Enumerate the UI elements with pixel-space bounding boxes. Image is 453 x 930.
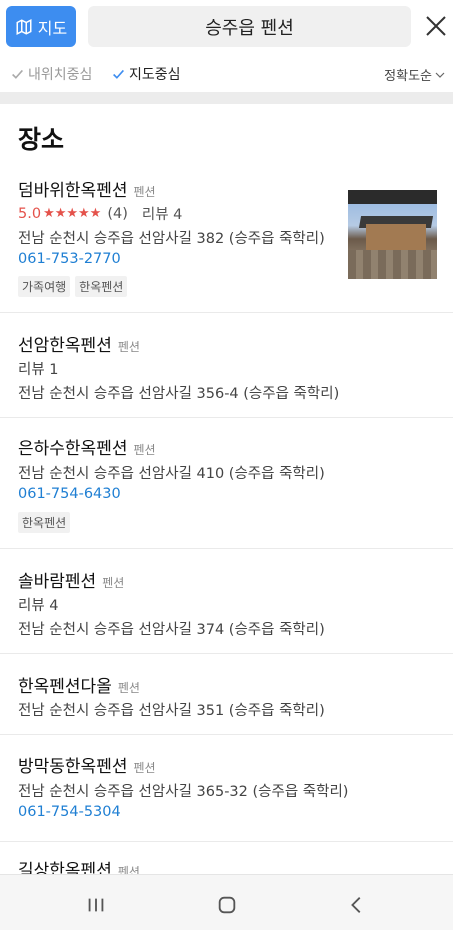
map-view-button[interactable]: 지도 [6, 6, 76, 47]
place-phone[interactable]: 061-754-6430 [18, 486, 121, 502]
back-button[interactable] [345, 893, 369, 917]
search-query-text: 승주읍 펜션 [205, 17, 294, 39]
thumbnail-eave [348, 190, 437, 204]
back-icon [351, 897, 361, 913]
filter-bar: 내위치중심 지도중심 정확도순 [0, 56, 453, 92]
tag-list: 한옥펜션 [18, 512, 71, 533]
place-name-line: 은하수한옥펜션 펜션 [18, 434, 156, 459]
close-icon [426, 16, 446, 36]
place-category: 펜션 [133, 443, 156, 457]
place-name-line: 방막동한옥펜션 펜션 [18, 752, 156, 777]
place-phone[interactable]: 061-754-5304 [18, 804, 121, 820]
filter-map-center-label: 지도중심 [129, 67, 181, 83]
section-title: 장소 [18, 125, 65, 154]
place-address: 전남 순천시 승주읍 선암사길 356-4 (승주읍 죽학리) [18, 386, 340, 402]
map-view-button-label: 지도 [37, 18, 68, 38]
place-name[interactable]: 은하수한옥펜션 [18, 434, 127, 459]
place-category: 펜션 [117, 340, 140, 354]
results-list: 장소 덤바위한옥펜션 펜션 5.0 ★★★★★ (4) 리뷰 4 전남 순천시 … [0, 104, 453, 874]
tag[interactable]: 가족여행 [18, 276, 71, 297]
review-count[interactable]: 리뷰 4 [142, 203, 183, 224]
place-item[interactable]: 솔바람펜션 펜션 리뷰 4 전남 순천시 승주읍 선암사길 374 (승주읍 죽… [0, 549, 453, 654]
place-name-line: 솔바람펜션 펜션 [18, 567, 124, 592]
place-category: 펜션 [117, 681, 140, 695]
rating-score: 5.0 [18, 205, 42, 222]
sort-dropdown[interactable]: 정확도순 [384, 65, 445, 84]
place-address: 전남 순천시 승주읍 선암사길 410 (승주읍 죽학리) [18, 466, 325, 482]
recent-apps-button[interactable] [84, 893, 108, 917]
system-nav-bar [0, 874, 453, 930]
chevron-down-icon [435, 72, 445, 78]
place-item[interactable]: 은하수한옥펜션 펜션 전남 순천시 승주읍 선암사길 410 (승주읍 죽학리)… [0, 418, 453, 549]
tag[interactable]: 한옥펜션 [18, 512, 71, 533]
place-category: 펜션 [117, 865, 140, 874]
home-icon [218, 896, 236, 914]
rating-line: 5.0 ★★★★★ (4) 리뷰 4 [18, 203, 182, 224]
top-bar: 지도 승주읍 펜션 [0, 0, 453, 56]
place-item[interactable]: 한옥펜션다올 펜션 전남 순천시 승주읍 선암사길 351 (승주읍 죽학리) [0, 654, 453, 735]
recent-apps-icon [88, 898, 104, 912]
check-icon [12, 69, 23, 79]
thumbnail-house [366, 224, 426, 250]
place-category: 펜션 [133, 761, 156, 775]
place-name-line: 길상한옥펜션 펜션 [18, 856, 140, 874]
place-name-line: 한옥펜션다올 펜션 [18, 672, 140, 697]
place-address: 전남 순천시 승주읍 선암사길 351 (승주읍 죽학리) [18, 703, 325, 719]
filter-my-location[interactable]: 내위치중심 [11, 64, 92, 84]
place-address: 전남 순천시 승주읍 선암사길 374 (승주읍 죽학리) [18, 622, 325, 638]
review-count[interactable]: 리뷰 1 [18, 358, 59, 379]
place-thumbnail[interactable] [348, 190, 437, 279]
place-name[interactable]: 한옥펜션다올 [18, 672, 112, 697]
place-phone[interactable]: 061-753-2770 [18, 251, 121, 267]
home-button[interactable] [215, 893, 239, 917]
place-name[interactable]: 길상한옥펜션 [18, 856, 112, 874]
check-icon [113, 69, 124, 79]
place-category: 펜션 [133, 185, 156, 199]
filter-my-location-label: 내위치중심 [28, 67, 93, 83]
thumbnail-stone-wall [348, 250, 437, 279]
place-name[interactable]: 선암한옥펜션 [18, 331, 112, 356]
filter-map-center[interactable]: 지도중심 [112, 64, 181, 84]
place-category: 펜션 [102, 576, 125, 590]
place-item[interactable]: 선암한옥펜션 펜션 리뷰 1 전남 순천시 승주읍 선암사길 356-4 (승주… [0, 313, 453, 418]
review-count[interactable]: 리뷰 4 [18, 594, 59, 615]
search-input[interactable]: 승주읍 펜션 [88, 6, 411, 47]
place-item[interactable]: 방막동한옥펜션 펜션 전남 순천시 승주읍 선암사길 365-32 (승주읍 죽… [0, 735, 453, 842]
place-name-line: 선암한옥펜션 펜션 [18, 331, 140, 356]
place-item[interactable]: 길상한옥펜션 펜션 [0, 842, 453, 874]
sort-label: 정확도순 [384, 69, 432, 84]
rating-count: (4) [107, 205, 128, 222]
place-name[interactable]: 솔바람펜션 [18, 567, 96, 592]
section-divider [0, 92, 453, 104]
place-name-line: 덤바위한옥펜션 펜션 [18, 176, 156, 201]
place-name[interactable]: 덤바위한옥펜션 [18, 176, 127, 201]
rating-stars: ★★★★★ [43, 206, 102, 221]
tag[interactable]: 한옥펜션 [75, 276, 128, 297]
place-address: 전남 순천시 승주읍 선암사길 382 (승주읍 죽학리) [18, 231, 325, 247]
place-address: 전남 순천시 승주읍 선암사길 365-32 (승주읍 죽학리) [18, 784, 349, 800]
map-icon [16, 18, 32, 35]
place-name[interactable]: 방막동한옥펜션 [18, 752, 127, 777]
tag-list: 가족여행 한옥펜션 [18, 276, 128, 297]
close-button[interactable] [420, 8, 452, 44]
place-item[interactable]: 덤바위한옥펜션 펜션 5.0 ★★★★★ (4) 리뷰 4 전남 순천시 승주읍… [0, 170, 453, 313]
